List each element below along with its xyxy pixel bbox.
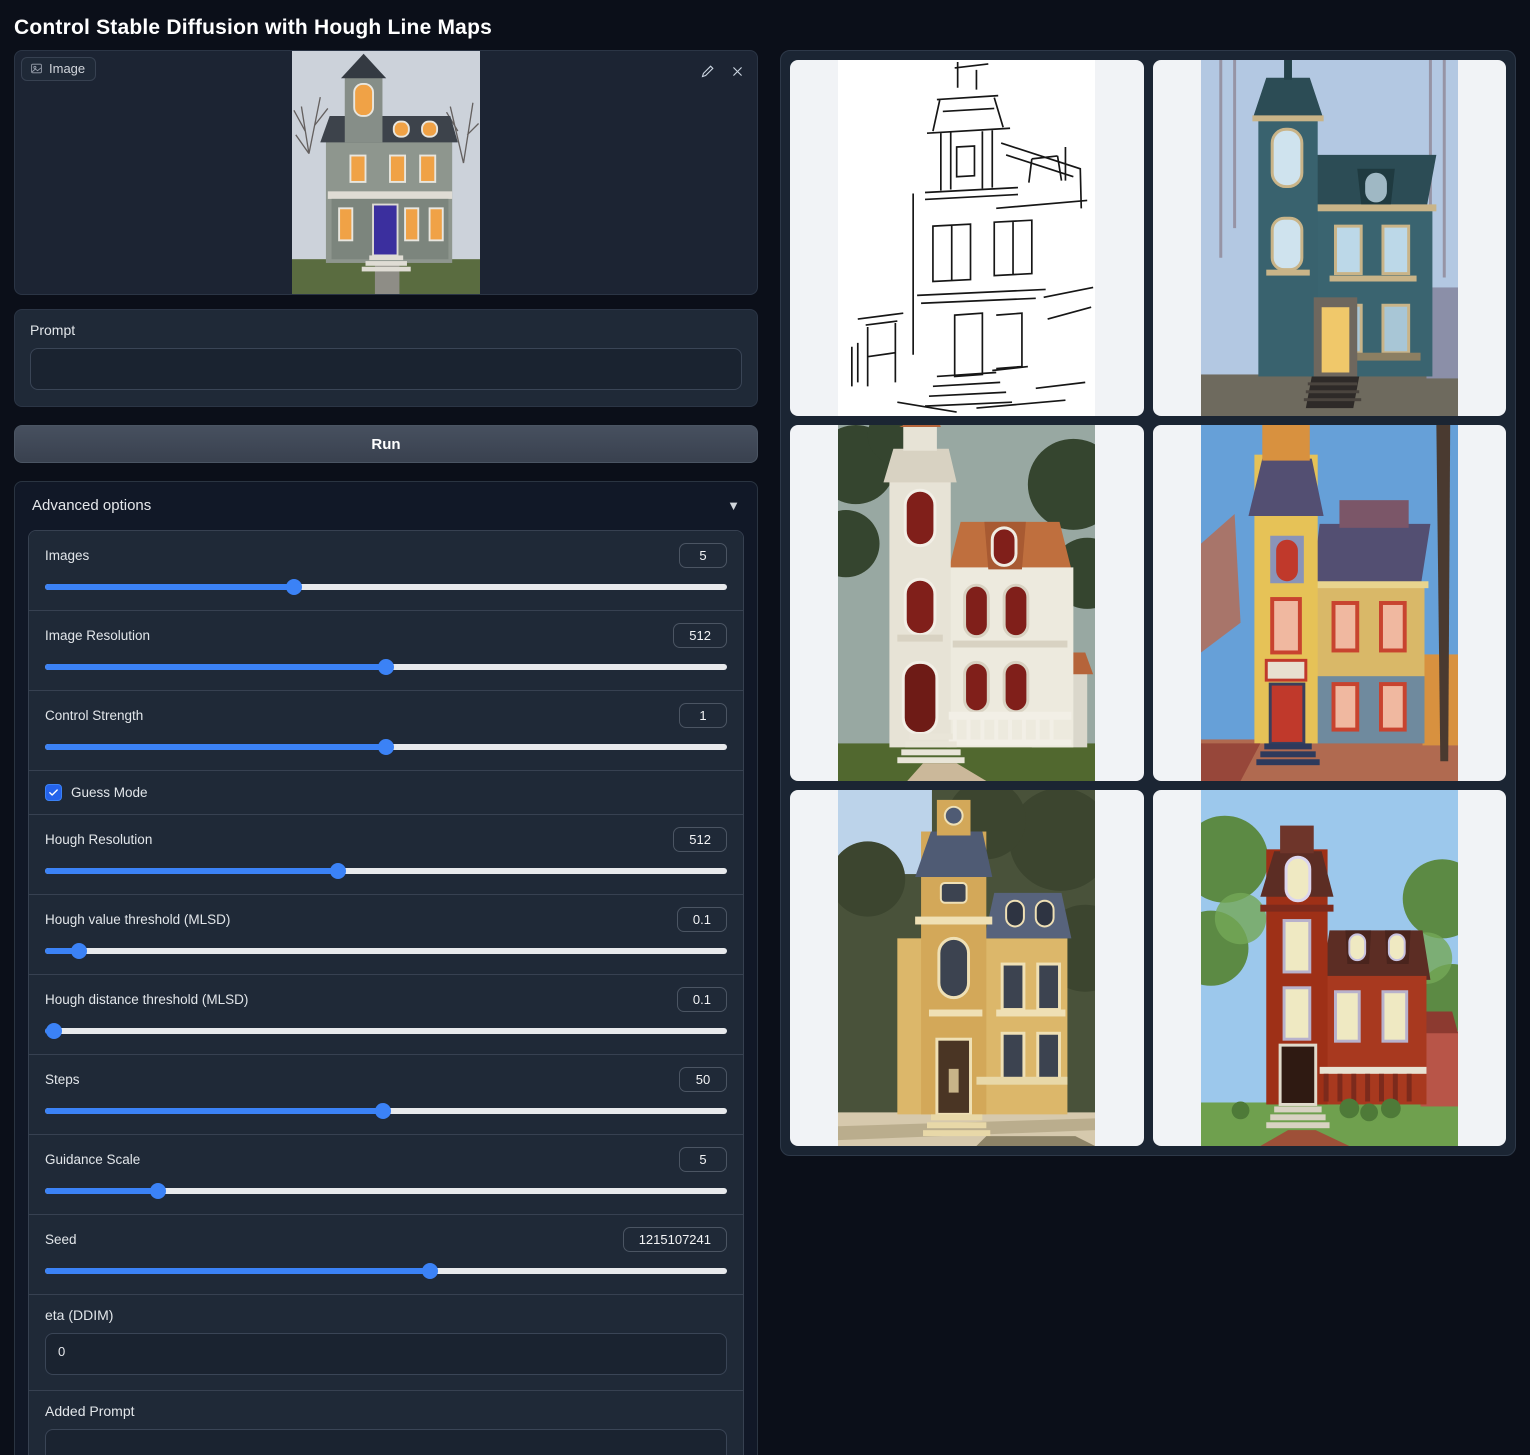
output-gallery xyxy=(780,50,1516,1156)
run-button[interactable]: Run xyxy=(14,425,758,463)
prompt-input[interactable] xyxy=(30,348,742,390)
slider-hough-resolution[interactable] xyxy=(45,863,727,879)
slider-row-steps: Steps 50 xyxy=(29,1054,743,1134)
advanced-options-group: Images 5 Image Resolution 512 xyxy=(28,530,744,1455)
hough-line-map-image xyxy=(838,60,1095,416)
slider-track[interactable] xyxy=(45,1028,727,1034)
slider-label: Hough value threshold (MLSD) xyxy=(45,912,230,927)
prompt-label: Prompt xyxy=(30,322,742,338)
advanced-options-title: Advanced options xyxy=(32,497,151,514)
slider-row-hough-distance-threshold: Hough distance threshold (MLSD) 0.1 xyxy=(29,974,743,1054)
slider-fill xyxy=(45,1188,158,1194)
slider-label: Image Resolution xyxy=(45,628,150,643)
slider-label: Steps xyxy=(45,1072,80,1087)
advanced-options-accordion: Advanced options ▼ Images 5 xyxy=(14,481,758,1455)
slider-thumb[interactable] xyxy=(378,739,394,755)
gallery-item-house-teal[interactable] xyxy=(1153,60,1507,416)
slider-label: Hough distance threshold (MLSD) xyxy=(45,992,248,1007)
slider-row-guidance-scale: Guidance Scale 5 xyxy=(29,1134,743,1214)
input-image-block[interactable]: Image xyxy=(14,50,758,295)
gallery-item-hough-line-map[interactable] xyxy=(790,60,1144,416)
slider-steps[interactable] xyxy=(45,1103,727,1119)
slider-label: Guidance Scale xyxy=(45,1152,140,1167)
slider-track[interactable] xyxy=(45,948,727,954)
slider-fill xyxy=(45,868,338,874)
textbox-row-eta: eta (DDIM) 0 xyxy=(29,1294,743,1390)
slider-thumb[interactable] xyxy=(286,579,302,595)
guess-mode-checkbox-row[interactable]: Guess Mode xyxy=(29,770,743,815)
page-title: Control Stable Diffusion with Hough Line… xyxy=(0,0,1530,50)
image-tab-text: Image xyxy=(49,61,85,76)
slider-label: Seed xyxy=(45,1232,77,1247)
textbox-row-added-prompt: Added Prompt xyxy=(29,1390,743,1455)
slider-row-control-strength: Control Strength 1 xyxy=(29,690,743,770)
main-layout: Image xyxy=(0,50,1530,1455)
gallery-item-house-gold[interactable] xyxy=(790,790,1144,1146)
slider-fill xyxy=(45,664,386,670)
slider-row-seed: Seed 1215107241 xyxy=(29,1214,743,1294)
house-painting-yellow xyxy=(1201,425,1458,781)
slider-value-input[interactable]: 1215107241 xyxy=(623,1227,727,1252)
accordion-arrow-icon: ▼ xyxy=(727,498,740,513)
slider-guidance-scale[interactable] xyxy=(45,1183,727,1199)
house-painting-red-brick xyxy=(1201,790,1458,1146)
slider-label: Control Strength xyxy=(45,708,143,723)
slider-value-input[interactable]: 5 xyxy=(679,543,727,568)
uploaded-house-photo xyxy=(292,50,480,295)
slider-seed[interactable] xyxy=(45,1263,727,1279)
eta-input[interactable]: 0 xyxy=(45,1333,727,1375)
slider-fill xyxy=(45,1108,383,1114)
house-painting-white xyxy=(838,425,1095,781)
slider-fill xyxy=(45,1268,430,1274)
slider-value-input[interactable]: 512 xyxy=(673,623,727,648)
slider-thumb[interactable] xyxy=(150,1183,166,1199)
slider-value-input[interactable]: 512 xyxy=(673,827,727,852)
slider-row-hough-value-threshold: Hough value threshold (MLSD) 0.1 xyxy=(29,894,743,974)
slider-row-image-resolution: Image Resolution 512 xyxy=(29,610,743,690)
slider-control-strength[interactable] xyxy=(45,739,727,755)
slider-thumb[interactable] xyxy=(422,1263,438,1279)
slider-label: Hough Resolution xyxy=(45,832,152,847)
house-painting-teal xyxy=(1201,60,1458,416)
slider-thumb[interactable] xyxy=(375,1103,391,1119)
slider-hough-value-threshold[interactable] xyxy=(45,943,727,959)
slider-value-input[interactable]: 0.1 xyxy=(677,907,727,932)
added-prompt-input[interactable] xyxy=(45,1429,727,1455)
slider-images[interactable] xyxy=(45,579,727,595)
slider-image-resolution[interactable] xyxy=(45,659,727,675)
slider-value-input[interactable]: 0.1 xyxy=(677,987,727,1012)
edit-image-button[interactable] xyxy=(695,59,719,83)
gallery-item-house-yellow[interactable] xyxy=(1153,425,1507,781)
checkbox-checked-icon[interactable] xyxy=(45,784,62,801)
close-icon xyxy=(730,64,745,79)
gallery-item-house-white[interactable] xyxy=(790,425,1144,781)
slider-hough-distance-threshold[interactable] xyxy=(45,1023,727,1039)
image-component-label: Image xyxy=(21,57,96,81)
slider-thumb[interactable] xyxy=(330,863,346,879)
controls-column: Image xyxy=(14,50,758,1455)
slider-thumb[interactable] xyxy=(378,659,394,675)
added-prompt-label: Added Prompt xyxy=(45,1403,727,1419)
slider-row-images: Images 5 xyxy=(29,531,743,610)
slider-value-input[interactable]: 1 xyxy=(679,703,727,728)
clear-image-button[interactable] xyxy=(725,59,749,83)
guess-mode-label: Guess Mode xyxy=(71,785,148,800)
output-column xyxy=(780,50,1516,1156)
slider-label: Images xyxy=(45,548,89,563)
image-icon xyxy=(30,62,43,75)
image-actions xyxy=(695,59,749,83)
slider-value-input[interactable]: 5 xyxy=(679,1147,727,1172)
prompt-panel: Prompt xyxy=(14,309,758,407)
slider-fill xyxy=(45,584,294,590)
advanced-options-header[interactable]: Advanced options ▼ xyxy=(28,495,744,516)
slider-thumb[interactable] xyxy=(46,1023,62,1039)
eta-label: eta (DDIM) xyxy=(45,1307,727,1323)
slider-row-hough-resolution: Hough Resolution 512 xyxy=(29,815,743,894)
house-painting-gold xyxy=(838,790,1095,1146)
slider-fill xyxy=(45,744,386,750)
slider-value-input[interactable]: 50 xyxy=(679,1067,727,1092)
pencil-icon xyxy=(700,64,715,79)
gallery-item-house-red-brick[interactable] xyxy=(1153,790,1507,1146)
slider-thumb[interactable] xyxy=(71,943,87,959)
